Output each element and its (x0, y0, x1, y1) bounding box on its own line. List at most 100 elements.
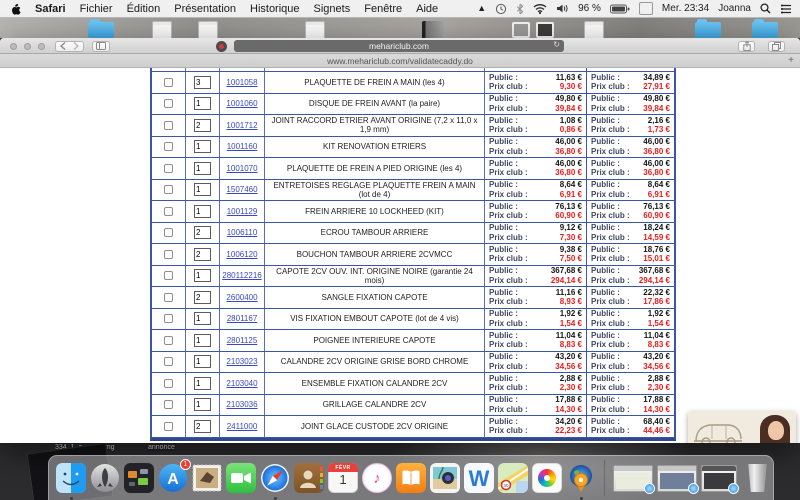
part-number-link[interactable]: 1006110 (227, 228, 258, 237)
part-number-link[interactable]: 1001160 (227, 142, 258, 151)
quantity-input[interactable] (194, 226, 211, 240)
address-bar[interactable]: mehariclub.com ↻ (234, 40, 564, 52)
quantity-input[interactable] (194, 204, 211, 218)
back-button[interactable] (55, 40, 70, 52)
row-checkbox[interactable] (164, 249, 173, 259)
quantity-input[interactable] (194, 290, 211, 304)
part-number-link[interactable]: 1507460 (226, 185, 257, 194)
row-checkbox[interactable] (164, 99, 173, 109)
part-number-link[interactable]: 1001129 (227, 207, 258, 216)
help-widget[interactable]: BESOIN D'AIDE ? (688, 411, 796, 443)
minimized-window-thumbnail[interactable] (701, 464, 739, 494)
apple-menu[interactable] (10, 2, 21, 15)
row-checkbox[interactable] (164, 335, 173, 345)
menu-clock[interactable]: Mer. 23:34 (662, 3, 709, 14)
app-store-icon[interactable]: A 1 (158, 459, 191, 493)
quantity-input[interactable] (194, 75, 211, 89)
contacts-icon[interactable] (294, 463, 324, 493)
desktop-photo-icon[interactable] (512, 22, 530, 38)
part-number-link[interactable]: 2103023 (226, 357, 257, 366)
eject-icon[interactable]: ▲ (477, 4, 486, 13)
desktop-document-icon[interactable] (305, 21, 325, 38)
row-checkbox[interactable] (164, 314, 173, 324)
part-number-link[interactable]: 280112216 (222, 271, 261, 280)
desktop-photo-icon[interactable] (536, 22, 554, 38)
row-checkbox[interactable] (164, 228, 173, 238)
itunes-icon[interactable]: ♪ (362, 463, 392, 493)
part-number-link[interactable]: 1001070 (226, 164, 257, 173)
menu-fenetre[interactable]: Fenêtre (364, 3, 402, 15)
menu-fichier[interactable]: Fichier (80, 3, 113, 15)
quantity-input[interactable] (194, 355, 211, 369)
desktop-file-label[interactable]: annonce (148, 444, 175, 451)
menu-presentation[interactable]: Présentation (174, 3, 236, 15)
calendar-icon[interactable]: FÉVR 1 (328, 463, 358, 493)
minimize-window-button[interactable] (24, 43, 31, 50)
menu-aide[interactable]: Aide (416, 3, 438, 15)
menu-historique[interactable]: Historique (250, 3, 300, 15)
adblock-extension-icon[interactable] (216, 40, 227, 52)
globe-pin-app-icon[interactable] (566, 463, 596, 500)
wifi-icon[interactable] (533, 3, 547, 14)
sidebar-button[interactable] (92, 40, 110, 52)
quantity-input[interactable] (194, 140, 211, 154)
facetime-icon[interactable] (226, 463, 256, 493)
minimized-window-thumbnail[interactable] (657, 464, 699, 494)
finder-icon[interactable] (56, 463, 86, 500)
row-checkbox[interactable] (164, 271, 173, 281)
volume-icon[interactable] (556, 3, 569, 14)
photo-booth-icon[interactable] (430, 463, 460, 493)
desktop-document-icon[interactable] (152, 21, 172, 38)
ibooks-icon[interactable] (396, 463, 426, 493)
bluetooth-icon[interactable] (516, 3, 524, 15)
new-tab-button[interactable]: + (788, 55, 794, 66)
menu-edition[interactable]: Édition (127, 3, 161, 15)
part-number-link[interactable]: 2801125 (227, 336, 258, 345)
row-checkbox[interactable] (164, 77, 173, 87)
zoom-window-button[interactable] (38, 43, 45, 50)
row-checkbox[interactable] (164, 185, 173, 195)
part-number-link[interactable]: 2411000 (227, 422, 258, 431)
mission-control-icon[interactable] (124, 463, 154, 493)
spotlight-icon[interactable] (760, 3, 771, 14)
part-number-link[interactable]: 2801167 (227, 314, 258, 323)
desktop-document-icon[interactable] (584, 21, 604, 38)
part-number-link[interactable]: 2103036 (226, 400, 257, 409)
photos-icon[interactable] (532, 463, 562, 493)
close-window-button[interactable] (10, 43, 17, 50)
part-number-link[interactable]: 1001712 (226, 121, 257, 130)
tab-bar[interactable]: www.mehariclub.com/validatecaddy.do + (0, 54, 800, 68)
quantity-input[interactable] (194, 333, 211, 347)
row-checkbox[interactable] (164, 421, 173, 431)
row-checkbox[interactable] (164, 120, 173, 130)
desktop-folder-icon[interactable] (88, 19, 114, 38)
notification-center-icon[interactable] (780, 4, 792, 14)
menu-signets[interactable]: Signets (314, 3, 351, 15)
row-checkbox[interactable] (164, 357, 173, 367)
reload-icon[interactable]: ↻ (553, 40, 560, 49)
maps-icon[interactable]: 30 (498, 463, 528, 493)
part-number-link[interactable]: 1001058 (226, 78, 257, 87)
quantity-input[interactable] (194, 97, 211, 111)
forward-button[interactable] (69, 40, 84, 52)
row-checkbox[interactable] (164, 400, 173, 410)
quantity-input[interactable] (194, 312, 211, 326)
quantity-input[interactable] (194, 183, 211, 197)
part-number-link[interactable]: 1006120 (226, 250, 257, 259)
quantity-input[interactable] (194, 398, 211, 412)
row-checkbox[interactable] (164, 378, 173, 388)
quantity-input[interactable] (194, 161, 211, 175)
time-machine-icon[interactable] (495, 3, 507, 15)
desktop-folder-icon[interactable] (695, 19, 721, 38)
safari-icon[interactable] (260, 463, 290, 500)
mail-stamp-icon[interactable] (192, 463, 222, 493)
part-number-link[interactable]: 2600400 (226, 293, 257, 302)
part-number-link[interactable]: 2103040 (226, 379, 257, 388)
row-checkbox[interactable] (164, 163, 173, 173)
word-icon[interactable]: W (464, 463, 494, 493)
quantity-input[interactable] (194, 419, 211, 433)
quantity-input[interactable] (194, 247, 211, 261)
show-tabs-button[interactable] (768, 40, 785, 52)
row-checkbox[interactable] (164, 206, 173, 216)
share-button[interactable] (738, 40, 755, 52)
